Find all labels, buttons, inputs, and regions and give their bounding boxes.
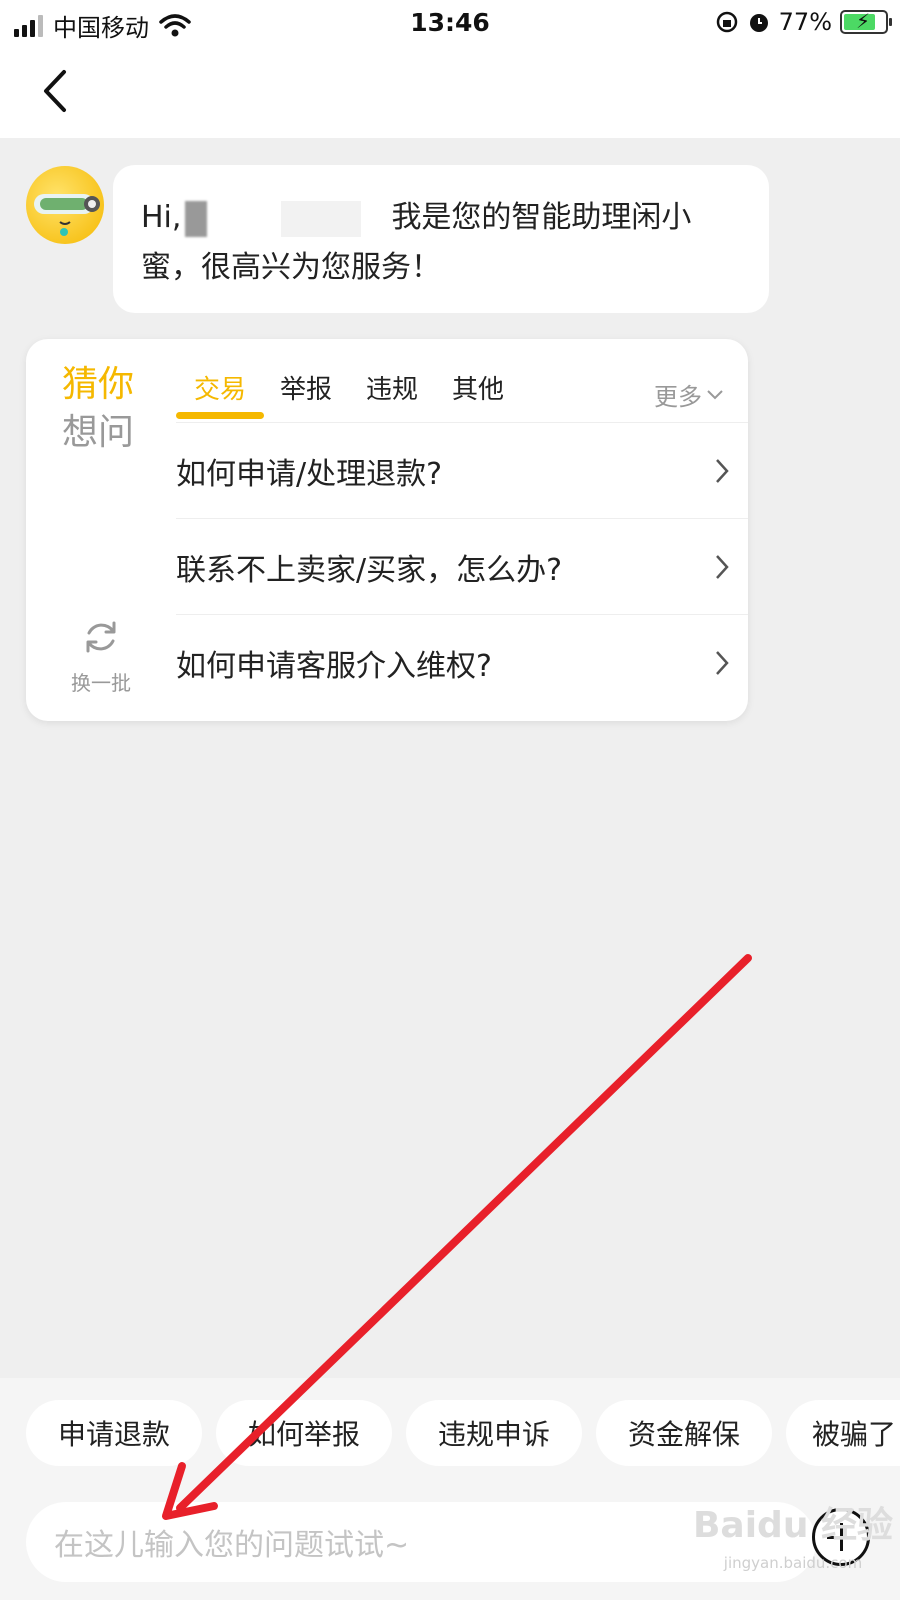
question-text: 联系不上卖家/买家，怎么办? — [176, 552, 563, 588]
question-text: 如何申请/处理退款? — [176, 456, 443, 492]
assistant-avatar — [26, 166, 104, 244]
redacted-username — [185, 200, 208, 237]
nav-bar — [0, 46, 900, 138]
chip-apply-refund[interactable]: 申请退款 — [26, 1400, 202, 1466]
chevron-right-icon — [716, 459, 729, 483]
guess-title-line1: 猜你 — [62, 364, 135, 405]
battery-icon: ⚡ — [840, 9, 892, 34]
chip-fund-release[interactable]: 资金解保 — [596, 1400, 772, 1466]
chevron-down-icon — [707, 389, 723, 399]
robot-mascot-icon — [34, 194, 100, 236]
back-button[interactable] — [34, 66, 84, 116]
rotation-lock-icon — [716, 11, 737, 33]
refresh-button[interactable]: 换一批 — [66, 617, 136, 696]
question-item[interactable]: 如何申请/处理退款? — [176, 423, 748, 519]
question-text: 如何申请客服介入维权? — [176, 649, 492, 684]
refresh-label: 换一批 — [71, 671, 131, 695]
quick-reply-chips: 申请退款 如何举报 违规申诉 资金解保 被骗了 — [26, 1400, 900, 1468]
tab-other[interactable]: 其他 — [452, 369, 504, 406]
question-item[interactable]: 如何申请客服介入维权? — [176, 615, 748, 711]
greeting-prefix: Hi, — [141, 200, 182, 235]
status-bar: 中国移动 13:46 77% ⚡ — [0, 0, 900, 46]
greeting-text: 我是您的智能助理闲小蜜，很高兴为您服务！ — [141, 200, 692, 285]
more-label: 更多 — [654, 383, 702, 411]
guess-title: 猜你 想问 — [62, 361, 134, 457]
refresh-icon — [86, 621, 116, 653]
redacted-username-2 — [281, 200, 362, 237]
category-tabs: 交易 举报 违规 其他 更多 — [176, 339, 748, 423]
tab-report[interactable]: 举报 — [280, 369, 332, 406]
battery-percent: 77% — [778, 8, 832, 36]
guess-questions-card: 猜你 想问 换一批 交易 举报 违规 其他 更多 如何申请/处理退款? 联系不上… — [26, 339, 748, 721]
chevron-right-icon — [716, 555, 729, 579]
watermark-brand: Baidu 经验 — [692, 1505, 893, 1546]
chip-scammed[interactable]: 被骗了 — [786, 1400, 900, 1466]
chip-violation-appeal[interactable]: 违规申诉 — [406, 1400, 582, 1466]
chevron-right-icon — [716, 651, 729, 675]
watermark-url: jingyan.baidu.com — [723, 1554, 863, 1572]
assistant-message-bubble: Hi, 我是您的智能助理闲小蜜，很高兴为您服务！ — [113, 165, 769, 313]
active-tab-indicator — [176, 412, 264, 419]
question-item[interactable]: 联系不上卖家/买家，怎么办? — [176, 519, 748, 615]
tab-trade[interactable]: 交易 — [194, 369, 246, 406]
guess-title-line2: 想问 — [62, 412, 135, 453]
more-dropdown[interactable]: 更多 — [654, 377, 724, 412]
baidu-watermark: Baidu 经验 jingyan.baidu.com — [688, 1496, 898, 1596]
tab-violation[interactable]: 违规 — [366, 369, 418, 406]
alarm-icon — [749, 14, 768, 32]
chip-how-to-report[interactable]: 如何举报 — [216, 1400, 392, 1466]
